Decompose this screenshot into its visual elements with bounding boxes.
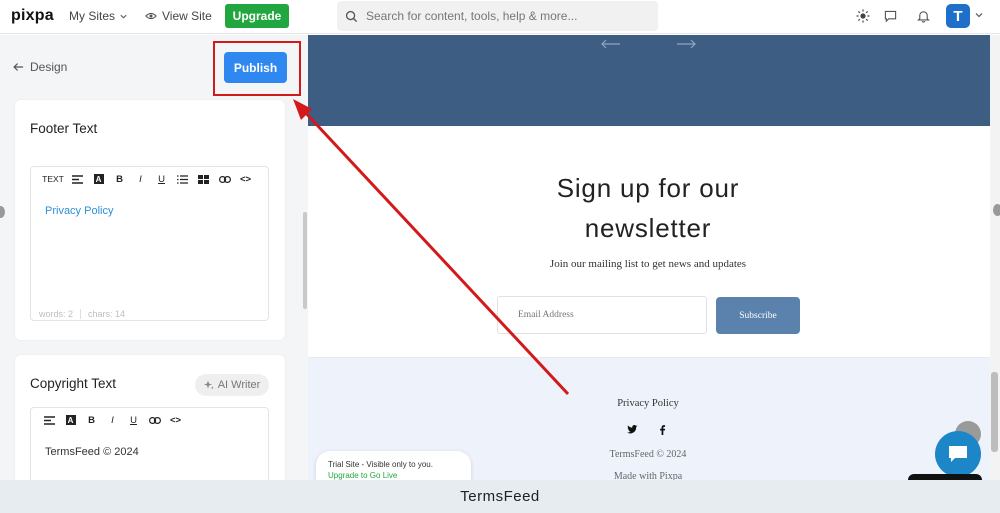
link-icon[interactable] [214,169,235,189]
italic-icon[interactable]: I [102,410,123,430]
newsletter-subtitle: Join our mailing list to get news and up… [549,258,747,270]
code-icon[interactable]: <> [165,410,186,430]
text-color-icon[interactable]: A [88,169,109,189]
left-panel-scrollbar[interactable] [303,212,307,309]
go-live-link[interactable]: Upgrade to Go Live [328,471,471,480]
publish-highlight-box [213,41,301,96]
bell-icon[interactable] [915,8,931,24]
chevron-down-icon [120,14,127,19]
back-to-design-link[interactable]: Design [13,60,67,74]
trial-notice-text: Trial Site - Visible only to you. [328,460,433,469]
ai-writer-button[interactable]: AI Writer [195,374,269,396]
eye-icon [145,12,157,20]
footer-text-card: Footer Text TEXT A B I U <> Privacy Poli… [15,100,285,340]
underline-icon[interactable]: U [123,410,144,430]
watermark-label: TermsFeed [0,480,1000,513]
editor-toolbar: A B I U <> [31,408,268,432]
pixpa-logo[interactable]: pixpa [11,7,54,25]
my-sites-label: My Sites [69,9,116,23]
footer-text-content[interactable]: Privacy Policy [45,205,113,217]
code-icon[interactable]: <> [235,169,256,189]
underline-icon[interactable]: U [151,169,172,189]
my-sites-menu[interactable]: My Sites [69,9,128,23]
upgrade-button[interactable]: Upgrade [225,4,289,28]
newsletter-title: Sign up for our newsletter [556,173,740,243]
footer-text-title: Footer Text [30,121,98,136]
bold-icon[interactable]: B [109,169,130,189]
twitter-icon[interactable] [627,425,638,434]
table-icon[interactable] [193,169,214,189]
site-preview: Sign up for our newsletter Join our mail… [308,35,990,480]
avatar[interactable]: T [946,4,970,28]
chat-bubble-icon [949,446,967,462]
email-field[interactable] [497,296,707,334]
italic-icon[interactable]: I [130,169,151,189]
footer-privacy-link[interactable]: Privacy Policy [548,398,748,409]
search-input[interactable] [366,9,646,23]
sun-icon[interactable] [855,8,871,24]
arrow-left-icon [13,63,24,71]
count-divider [80,309,82,319]
newsletter-section: Sign up for our newsletter Join our mail… [308,126,990,358]
search-icon [345,10,358,22]
preview-scroll-thumb[interactable] [991,372,998,452]
link-icon[interactable] [144,410,165,430]
editor-toolbar: TEXT A B I U <> [31,167,268,191]
view-site-link[interactable]: View Site [145,9,212,23]
chat-button[interactable] [935,431,981,477]
copyright-text-content[interactable]: TermsFeed © 2024 [45,446,139,458]
list-icon[interactable] [172,169,193,189]
align-icon[interactable] [67,169,88,189]
bold-icon[interactable]: B [81,410,102,430]
facebook-icon[interactable] [659,425,666,435]
copyright-text-card: Copyright Text AI Writer A B I U <> Term… [15,355,285,497]
word-char-count: words: 2 chars: 14 [39,309,125,319]
ai-writer-label: AI Writer [217,379,261,391]
align-icon[interactable] [39,410,60,430]
chevron-down-icon[interactable] [974,10,984,20]
footer-copyright: TermsFeed © 2024 [609,449,687,460]
sparkle-icon [203,380,214,390]
copyright-text-title: Copyright Text [30,376,117,391]
trial-site-notice: Trial Site - Visible only to you. Upgrad… [316,451,471,480]
char-count: chars: 14 [88,309,126,319]
hero-banner [308,35,990,126]
top-bar: pixpa My Sites View Site Upgrade T [0,0,1000,34]
word-count: words: 2 [39,309,74,319]
subscribe-button[interactable]: Subscribe [716,297,800,334]
preview-resize-handle[interactable] [993,204,1000,216]
arrow-left-icon[interactable] [601,39,621,49]
text-format-button[interactable]: TEXT [39,169,67,189]
message-square-icon[interactable] [882,8,898,24]
arrow-right-icon[interactable] [676,39,696,49]
search-bar[interactable] [337,1,658,31]
back-label: Design [30,60,68,74]
footer-text-editor[interactable]: TEXT A B I U <> Privacy Policy words: 2 … [30,166,269,321]
made-with-pixpa[interactable]: Made with Pixpa [548,471,748,480]
text-color-icon[interactable]: A [60,410,81,430]
view-site-label: View Site [162,9,212,23]
